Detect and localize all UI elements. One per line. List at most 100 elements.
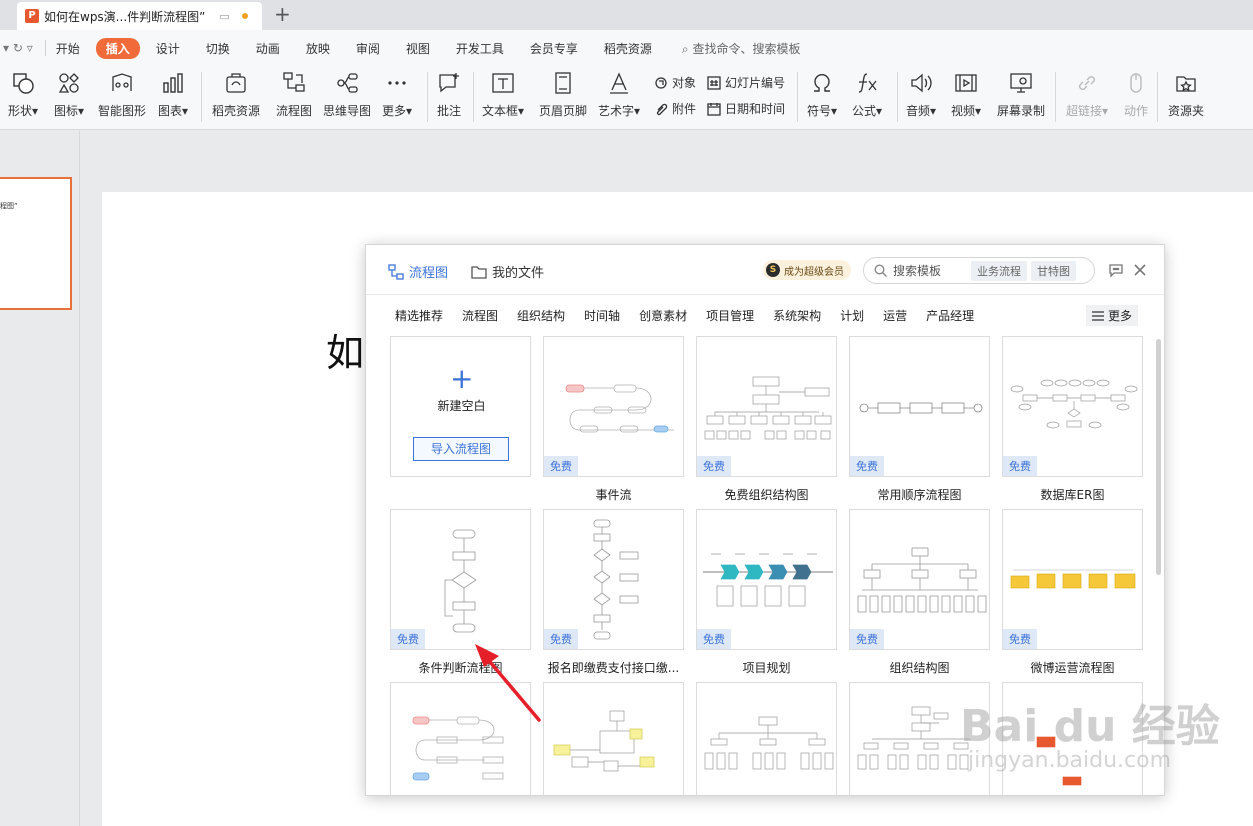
comment-button[interactable]: 批注 (436, 70, 462, 119)
template-card-row3-1[interactable] (390, 682, 531, 795)
template-card-row3-3[interactable] (696, 682, 837, 795)
row3-flow-preview-1 (412, 716, 504, 781)
more-categories-button[interactable]: 更多 (1085, 305, 1138, 326)
category-flowchart[interactable]: 流程图 (462, 307, 498, 324)
menu-slideshow[interactable]: 放映 (306, 40, 330, 57)
paperclip-icon (656, 103, 668, 115)
category-timeline[interactable]: 时间轴 (584, 307, 620, 324)
menu-member[interactable]: 会员专享 (530, 40, 578, 57)
template-card-row3-2[interactable] (543, 682, 684, 795)
template-name-sequence-flow[interactable]: 常用顺序流程图 (849, 486, 990, 503)
new-blank-card[interactable]: + 新建空白 导入流程图 (390, 336, 531, 477)
menu-daoke[interactable]: 稻壳资源 (604, 40, 652, 57)
template-name-weibo-ops[interactable]: 微博运营流程图 (1002, 659, 1143, 676)
menu-insert[interactable]: 插入 (95, 37, 140, 59)
template-name-project-plan[interactable]: 项目规划 (696, 659, 837, 676)
flowchart-button[interactable]: 流程图 (276, 70, 312, 119)
menu-home[interactable]: 开始 (56, 40, 80, 57)
slide-title-text[interactable]: 如 (326, 322, 364, 377)
chip-gantt[interactable]: 甘特图 (1031, 260, 1076, 281)
slide-number-icon (707, 75, 721, 90)
category-creative[interactable]: 创意素材 (639, 307, 687, 324)
slide-number-button[interactable]: 幻灯片编号 (707, 74, 785, 91)
command-search[interactable]: ⌕ 查找命令、搜索模板 (682, 40, 801, 57)
action-button[interactable]: 动作 (1123, 70, 1149, 119)
mindmap-button[interactable]: 思维导图 (323, 70, 371, 119)
comment-label: 批注 (436, 104, 461, 118)
hyperlink-button[interactable]: 超链接▾ (1066, 70, 1108, 119)
category-org[interactable]: 组织结构 (517, 307, 565, 324)
menu-design[interactable]: 设计 (156, 40, 180, 57)
icons-icon (56, 70, 82, 96)
become-vip-button[interactable]: S 成为超级会员 (763, 260, 851, 280)
attachment-button[interactable]: 附件 (654, 100, 696, 117)
category-product[interactable]: 产品经理 (926, 307, 974, 324)
template-card-weibo-ops[interactable]: 免费 (1002, 509, 1143, 650)
screen-record-button[interactable]: 屏幕录制 (997, 70, 1045, 119)
more-categories-label: 更多 (1107, 309, 1132, 323)
monitor-icon[interactable]: ▭ (219, 10, 229, 23)
category-architecture[interactable]: 系统架构 (773, 307, 821, 324)
quick-access-icons[interactable]: ▾ ↻ ▿ (3, 41, 33, 55)
star-folder-icon (1173, 70, 1199, 96)
close-icon[interactable] (1133, 263, 1147, 277)
template-card-er-diagram[interactable]: 免费 (1002, 336, 1143, 477)
header-footer-button[interactable]: 页眉页脚 (539, 70, 587, 119)
template-card-org-structure[interactable]: 免费 (849, 509, 990, 650)
import-flowchart-button[interactable]: 导入流程图 (413, 437, 509, 461)
template-card-sequence-flow[interactable]: 免费 (849, 336, 990, 477)
menu-view[interactable]: 视图 (406, 40, 430, 57)
object-button[interactable]: 对象 (654, 74, 696, 91)
tab-flowchart[interactable]: 流程图 (388, 262, 448, 281)
template-search-input[interactable]: 搜索模板 (893, 262, 967, 279)
category-project[interactable]: 项目管理 (706, 307, 754, 324)
chart-button[interactable]: 图表▾ (158, 70, 188, 119)
template-name-org-structure[interactable]: 组织结构图 (849, 659, 990, 676)
menu-review[interactable]: 审阅 (356, 40, 380, 57)
datetime-button[interactable]: 日期和时间 (707, 100, 785, 117)
shape-button[interactable]: 形状▾ (8, 70, 38, 119)
category-featured[interactable]: 精选推荐 (395, 307, 443, 324)
resource-folder-button[interactable]: 资源夹 (1168, 70, 1204, 119)
document-tab[interactable]: P 如何在wps演...件判断流程图” ▭ (17, 2, 262, 30)
template-card-org-chart-free[interactable]: 免费 (696, 336, 837, 477)
title-bar: P 如何在wps演...件判断流程图” ▭ + (0, 0, 1253, 30)
chip-business-flow[interactable]: 业务流程 (971, 260, 1027, 281)
category-operation[interactable]: 运营 (883, 307, 907, 324)
symbol-button[interactable]: 符号▾ (807, 70, 837, 119)
shape-icon (10, 70, 36, 96)
tab-my-files[interactable]: 我的文件 (471, 262, 544, 281)
template-name-org-chart-free[interactable]: 免费组织结构图 (696, 486, 837, 503)
menu-animation[interactable]: 动画 (256, 40, 280, 57)
slide-thumbnail[interactable]: 程图” (0, 177, 72, 310)
menu-transition[interactable]: 切换 (206, 40, 230, 57)
template-search-box[interactable]: 搜索模板 业务流程 甘特图 (863, 257, 1095, 284)
template-name-condition-flow[interactable]: 条件判断流程图 (390, 659, 531, 676)
textbox-button[interactable]: 文本框▾ (482, 70, 524, 119)
daoke-resource-button[interactable]: 稻壳资源 (212, 70, 260, 119)
template-name-payment-flow[interactable]: 报名即缴费支付接口缴... (543, 659, 684, 676)
icon-button[interactable]: 图标▾ (54, 70, 84, 119)
template-card-payment-flow[interactable]: 免费 (543, 509, 684, 650)
wordart-button[interactable]: 艺术字▾ (598, 70, 640, 119)
daoke-resource-label: 稻壳资源 (212, 104, 261, 118)
message-icon[interactable] (1108, 262, 1124, 278)
formula-button[interactable]: 公式▾ (852, 70, 882, 119)
more-insert-button[interactable]: 更多▾ (382, 70, 412, 119)
template-scrollbar[interactable] (1156, 339, 1161, 575)
template-card-condition-flow[interactable]: 免费 (390, 509, 531, 650)
template-name-er-diagram[interactable]: 数据库ER图 (1002, 486, 1143, 503)
video-button[interactable]: 视频▾ (951, 70, 981, 119)
smart-shape-button[interactable]: 智能图形 (98, 70, 146, 119)
free-badge: 免费 (1003, 456, 1037, 476)
template-name-event-flow[interactable]: 事件流 (543, 486, 684, 503)
template-card-event-flow[interactable]: 免费 (543, 336, 684, 477)
template-card-project-plan[interactable]: 免费 (696, 509, 837, 650)
new-tab-button[interactable]: + (274, 4, 291, 24)
more-dots-icon (384, 70, 410, 96)
menu-developer[interactable]: 开发工具 (456, 40, 504, 57)
audio-button[interactable]: 音频▾ (906, 70, 936, 119)
free-badge: 免费 (697, 629, 731, 649)
ribbon-separator (1055, 72, 1056, 122)
category-plan[interactable]: 计划 (840, 307, 864, 324)
